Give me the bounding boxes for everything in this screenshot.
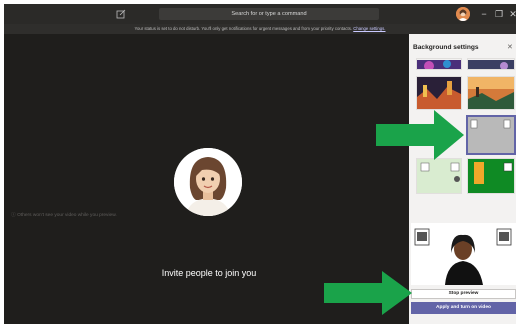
background-option[interactable]: [467, 76, 515, 110]
preview-note-text: Others won't see your video while you pr…: [17, 213, 117, 218]
close-icon[interactable]: ✕: [507, 43, 513, 51]
info-icon: ⓘ: [11, 213, 16, 218]
user-avatar-illustration: [174, 148, 242, 216]
background-thumbnail-selected: [468, 117, 514, 153]
maximize-icon[interactable]: ❐: [493, 7, 505, 21]
background-option[interactable]: [416, 158, 462, 194]
background-thumbnail-light-green: [417, 159, 461, 193]
avatar-image: [456, 7, 470, 21]
background-option[interactable]: [467, 158, 515, 194]
video-preview-image: [411, 223, 516, 285]
user-avatar: [174, 148, 242, 216]
search-input[interactable]: Search for or type a command: [159, 8, 379, 20]
background-option[interactable]: [467, 58, 515, 70]
background-thumbnail-space: [468, 60, 514, 69]
background-thumbnail-fantasy: [417, 77, 461, 109]
change-settings-link[interactable]: Change settings.: [353, 26, 385, 31]
background-option[interactable]: [416, 76, 462, 110]
preview-note: ⓘ Others won't see your video while you …: [11, 211, 117, 218]
background-option[interactable]: [416, 58, 462, 70]
background-option-selected[interactable]: [466, 115, 516, 155]
notification-text: Your status is set to do not disturb. Yo…: [134, 26, 353, 31]
avatar[interactable]: [456, 7, 470, 21]
status-notification-bar: Your status is set to do not disturb. Yo…: [4, 24, 516, 34]
panel-title: Background settings: [413, 44, 479, 51]
compose-icon[interactable]: [116, 9, 126, 19]
arrow-icon: [376, 110, 464, 160]
background-thumbnail-purple: [417, 60, 461, 69]
apply-and-turn-on-video-button[interactable]: Apply and turn on video: [411, 302, 516, 314]
background-thumbnail-landscape: [468, 77, 514, 109]
invite-text: Invite people to join you: [161, 268, 257, 278]
stop-preview-button[interactable]: Stop preview: [411, 289, 516, 299]
teams-window: Search for or type a command − ❐ ✕ Your …: [4, 4, 516, 324]
background-thumbnail-green: [468, 159, 514, 193]
close-icon[interactable]: ✕: [507, 7, 516, 21]
title-bar: Search for or type a command − ❐ ✕: [4, 4, 516, 24]
minimize-icon[interactable]: −: [478, 7, 490, 21]
arrow-icon: [324, 271, 412, 315]
video-preview: [411, 223, 516, 285]
